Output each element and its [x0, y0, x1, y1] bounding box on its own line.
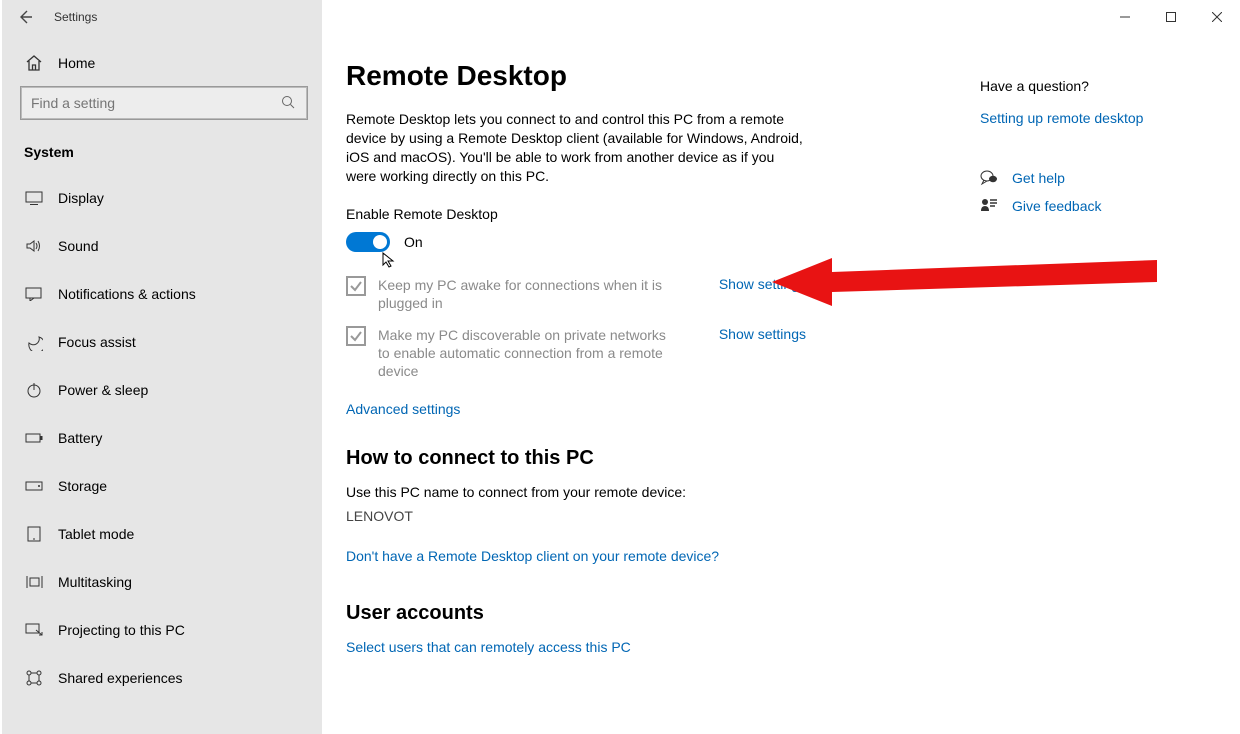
sidebar-item-notifications[interactable]: Notifications & actions: [2, 270, 322, 318]
select-users-link[interactable]: Select users that can remotely access th…: [346, 639, 631, 655]
how-to-connect-heading: How to connect to this PC: [346, 447, 946, 470]
sidebar-item-label: Storage: [58, 478, 107, 494]
maximize-icon: [1166, 12, 1176, 22]
sidebar-item-tablet-mode[interactable]: Tablet mode: [2, 510, 322, 558]
storage-icon: [24, 480, 44, 492]
multitasking-icon: [24, 575, 44, 589]
sidebar-item-focus-assist[interactable]: Focus assist: [2, 318, 322, 366]
enable-remote-desktop-toggle[interactable]: [346, 232, 390, 252]
projecting-icon: [24, 623, 44, 637]
checkmark-icon: [349, 329, 363, 343]
discoverable-show-settings-link[interactable]: Show settings: [719, 326, 806, 342]
keep-awake-checkbox[interactable]: [346, 276, 366, 296]
sidebar-item-label: Multitasking: [58, 574, 132, 590]
page-title: Remote Desktop: [346, 60, 946, 92]
setting-up-remote-desktop-link[interactable]: Setting up remote desktop: [980, 110, 1220, 126]
sidebar-item-label: Power & sleep: [58, 382, 148, 398]
maximize-button[interactable]: [1148, 0, 1194, 34]
enable-remote-desktop-label: Enable Remote Desktop: [346, 206, 946, 222]
toggle-knob: [373, 235, 387, 249]
sidebar-item-label: Notifications & actions: [58, 286, 196, 302]
advanced-settings-link[interactable]: Advanced settings: [346, 401, 460, 417]
window-title: Settings: [54, 10, 97, 24]
get-help-link[interactable]: Get help: [980, 170, 1220, 186]
back-arrow-icon: [17, 9, 33, 25]
sidebar-item-battery[interactable]: Battery: [2, 414, 322, 462]
have-a-question-label: Have a question?: [980, 78, 1220, 94]
give-feedback-link[interactable]: Give feedback: [980, 198, 1220, 214]
minimize-icon: [1120, 12, 1130, 22]
close-button[interactable]: [1194, 0, 1240, 34]
display-icon: [24, 191, 44, 205]
battery-icon: [24, 432, 44, 444]
search-box[interactable]: [20, 86, 308, 120]
keep-awake-row: Keep my PC awake for connections when it…: [346, 276, 806, 312]
discoverable-checkbox[interactable]: [346, 326, 366, 346]
sidebar-home-label: Home: [58, 55, 95, 71]
sidebar-item-label: Display: [58, 190, 104, 206]
discoverable-label: Make my PC discoverable on private netwo…: [378, 326, 678, 381]
notifications-icon: [24, 287, 44, 301]
aside-panel: Have a question? Setting up remote deskt…: [980, 60, 1220, 734]
sidebar-item-label: Shared experiences: [58, 670, 183, 686]
give-feedback-label: Give feedback: [1012, 198, 1102, 214]
toggle-state-label: On: [404, 234, 423, 250]
checkmark-icon: [349, 279, 363, 293]
tablet-icon: [24, 526, 44, 542]
sidebar: Home System Display Sound Notifications …: [2, 34, 322, 734]
user-accounts-heading: User accounts: [346, 602, 946, 625]
feedback-icon: [980, 198, 998, 214]
sidebar-item-label: Battery: [58, 430, 102, 446]
home-icon: [24, 54, 44, 72]
sidebar-item-multitasking[interactable]: Multitasking: [2, 558, 322, 606]
sidebar-item-sound[interactable]: Sound: [2, 222, 322, 270]
pc-name: LENOVOT: [346, 508, 946, 524]
remote-desktop-client-link[interactable]: Don't have a Remote Desktop client on yo…: [346, 548, 719, 564]
sidebar-item-projecting[interactable]: Projecting to this PC: [2, 606, 322, 654]
content-area: Remote Desktop Remote Desktop lets you c…: [322, 34, 1240, 734]
minimize-button[interactable]: [1102, 0, 1148, 34]
get-help-label: Get help: [1012, 170, 1065, 186]
back-button[interactable]: [2, 0, 48, 34]
search-icon: [281, 95, 297, 112]
sidebar-item-label: Projecting to this PC: [58, 622, 185, 638]
sidebar-item-label: Tablet mode: [58, 526, 134, 542]
sidebar-item-label: Focus assist: [58, 334, 136, 350]
power-icon: [24, 382, 44, 398]
sound-icon: [24, 239, 44, 253]
get-help-icon: [980, 170, 998, 186]
discoverable-row: Make my PC discoverable on private netwo…: [346, 326, 806, 381]
sidebar-category: System: [2, 138, 322, 174]
keep-awake-show-settings-link[interactable]: Show settings: [719, 276, 806, 292]
sidebar-item-shared-experiences[interactable]: Shared experiences: [2, 654, 322, 702]
cursor-icon: [382, 252, 398, 268]
page-description: Remote Desktop lets you connect to and c…: [346, 110, 806, 186]
close-icon: [1212, 12, 1222, 22]
sidebar-item-display[interactable]: Display: [2, 174, 322, 222]
sidebar-item-storage[interactable]: Storage: [2, 462, 322, 510]
sidebar-item-label: Sound: [58, 238, 98, 254]
sidebar-home[interactable]: Home: [2, 44, 322, 86]
titlebar: Settings: [0, 0, 1240, 34]
keep-awake-label: Keep my PC awake for connections when it…: [378, 276, 678, 312]
shared-experiences-icon: [24, 670, 44, 686]
sidebar-item-power-sleep[interactable]: Power & sleep: [2, 366, 322, 414]
how-to-connect-text: Use this PC name to connect from your re…: [346, 484, 946, 500]
search-input[interactable]: [31, 95, 281, 111]
focus-assist-icon: [24, 333, 44, 351]
